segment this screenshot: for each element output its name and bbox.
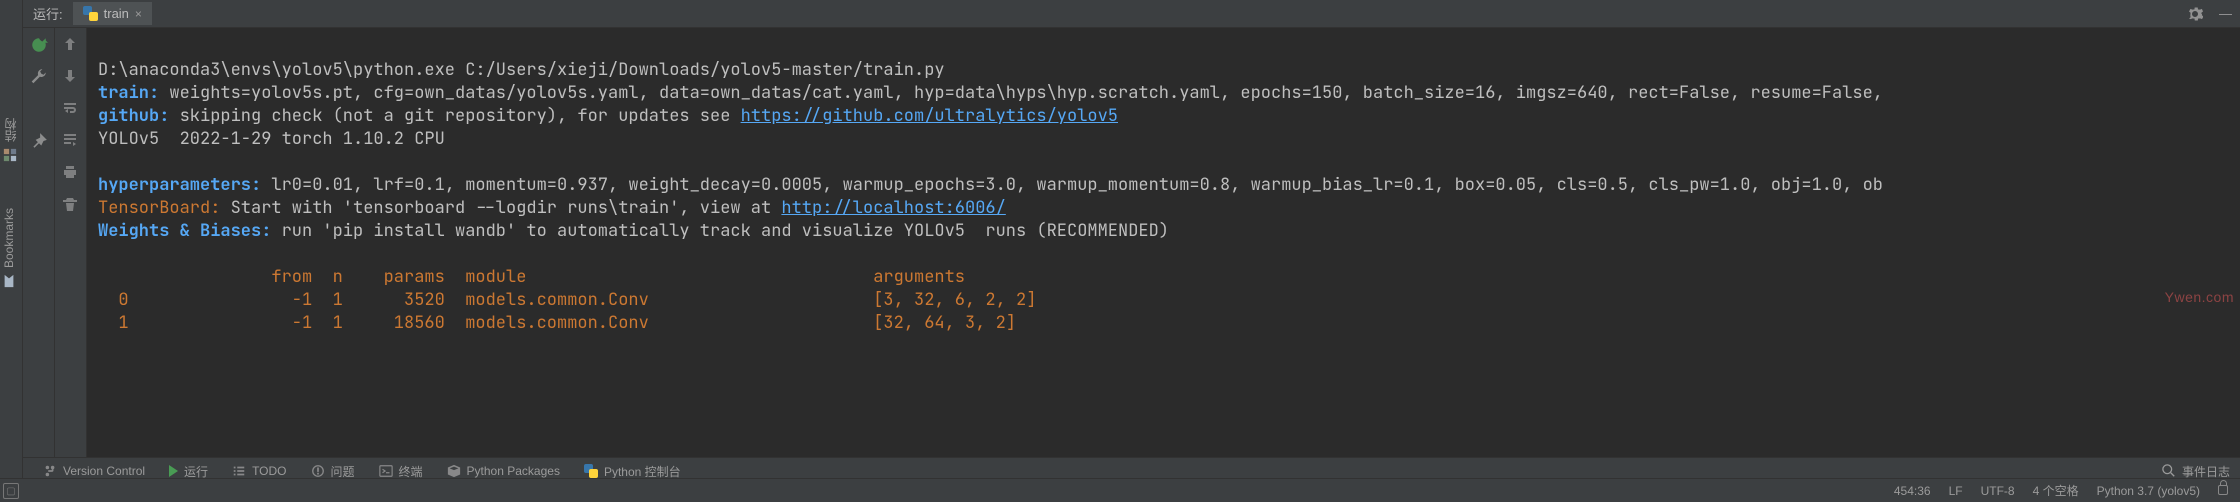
arrow-down-icon[interactable] — [62, 68, 80, 86]
console-table-header: from n params module arguments — [98, 266, 965, 288]
branch-icon — [43, 464, 57, 478]
status-indent[interactable]: 4 个空格 — [2033, 482, 2079, 499]
console-yolo-line: YOLOv5 2022-1-29 torch 1.10.2 CPU — [98, 128, 445, 150]
run-tab-train[interactable]: train × — [73, 2, 152, 25]
print-icon[interactable] — [62, 164, 80, 182]
status-cursor-position[interactable]: 454:36 — [1894, 484, 1931, 498]
toolwindow-event-log[interactable]: 事件日志 — [2162, 463, 2230, 480]
watermark: Ywen.com — [2165, 286, 2234, 309]
toolwindow-terminal-label: 终端 — [399, 463, 423, 480]
hide-icon[interactable]: — — [2211, 6, 2240, 21]
console-train-val: weights=yolov5s.pt, cfg=own_datas/yolov5… — [159, 82, 1883, 104]
pin-icon[interactable] — [30, 132, 48, 150]
console-table-row-1: 1 -1 1 18560 models.common.Conv [32, 64,… — [98, 312, 1016, 334]
console-tb-key: TensorBoard: — [98, 197, 220, 219]
console-hyper-val: lr0=0.01, lrf=0.1, momentum=0.937, weigh… — [261, 174, 1883, 196]
toolwindow-todo-label: TODO — [252, 464, 286, 478]
console-wb-key: Weights & Biases: — [98, 220, 271, 242]
run-tab-label: train — [104, 6, 129, 21]
gear-icon[interactable] — [2179, 6, 2211, 22]
console-github-link[interactable]: https://github.com/ultralytics/yolov5 — [741, 105, 1118, 127]
event-log-icon — [2162, 464, 2176, 478]
play-icon — [169, 465, 178, 477]
terminal-icon — [379, 464, 393, 478]
toolwindow-run-label: 运行 — [184, 463, 208, 480]
console-train-key: train: — [98, 82, 159, 104]
toolwindow-problems-label: 问题 — [331, 463, 355, 480]
left-tool-rail: 结构 Bookmarks — [0, 0, 23, 502]
sidebar-tab-structure[interactable]: 结构 — [0, 110, 21, 170]
python-file-icon — [83, 6, 98, 21]
console-tb-val-pre: Start with 'tensorboard --logdir runs\tr… — [220, 197, 781, 219]
console-table-row-0: 0 -1 1 3520 models.common.Conv [3, 32, 6… — [98, 289, 1036, 311]
console-tb-link[interactable]: http://localhost:6006/ — [781, 197, 1005, 219]
toolwindow-toggle-icon[interactable]: ▢ — [3, 483, 19, 499]
run-tool-header: 运行: train × — — [23, 0, 2240, 28]
status-readonly-icon[interactable] — [2218, 484, 2228, 498]
structure-icon — [4, 148, 18, 162]
run-console[interactable]: D:\anaconda3\envs\yolov5\python.exe C:/U… — [88, 28, 2240, 466]
lock-icon — [2218, 485, 2228, 495]
todo-icon — [232, 464, 246, 478]
status-interpreter[interactable]: Python 3.7 (yolov5) — [2097, 484, 2200, 498]
soft-wrap-icon[interactable] — [62, 100, 80, 118]
trash-icon[interactable] — [62, 196, 80, 214]
console-wb-val: run 'pip install wandb' to automatically… — [271, 220, 1169, 242]
run-gutter-primary — [23, 28, 55, 466]
sidebar-tab-bookmarks[interactable]: Bookmarks — [0, 200, 18, 296]
arrow-up-icon[interactable] — [62, 36, 80, 54]
run-gutter-secondary — [55, 28, 87, 466]
toolwindow-python-packages-label: Python Packages — [467, 464, 560, 478]
status-line-separator[interactable]: LF — [1949, 484, 1963, 498]
stop-icon[interactable] — [30, 100, 48, 118]
packages-icon — [447, 464, 461, 478]
run-label: 运行: — [33, 4, 63, 23]
toolwindow-event-log-label: 事件日志 — [2182, 463, 2230, 480]
close-icon[interactable]: × — [135, 7, 142, 21]
console-hyper-key: hyperparameters: — [98, 174, 261, 196]
scroll-to-end-icon[interactable] — [62, 132, 80, 150]
console-github-key: github: — [98, 105, 169, 127]
rerun-icon[interactable] — [30, 36, 48, 54]
problems-icon — [311, 464, 325, 478]
status-bar: ▢ 454:36 LF UTF-8 4 个空格 Python 3.7 (yolo… — [0, 478, 2240, 502]
wrench-icon[interactable] — [30, 68, 48, 86]
toolwindow-python-console-label: Python 控制台 — [604, 463, 681, 480]
bookmark-icon — [2, 274, 16, 288]
console-exec-line: D:\anaconda3\envs\yolov5\python.exe C:/U… — [98, 59, 945, 81]
console-github-val-pre: skipping check (not a git repository), f… — [169, 105, 740, 127]
sidebar-tab-bookmarks-label: Bookmarks — [2, 208, 16, 268]
python-icon — [584, 464, 598, 478]
status-encoding[interactable]: UTF-8 — [1981, 484, 2015, 498]
sidebar-tab-structure-label: 结构 — [2, 118, 19, 142]
toolwindow-version-control-label: Version Control — [63, 464, 145, 478]
